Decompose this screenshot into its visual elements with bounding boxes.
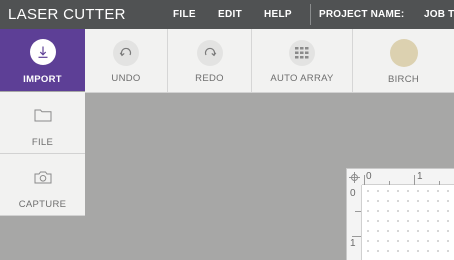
ruler-tick	[439, 181, 440, 185]
file-label: FILE	[31, 137, 54, 148]
capture-label: CAPTURE	[18, 199, 67, 210]
import-icon	[29, 39, 56, 65]
camera-icon	[30, 164, 56, 190]
menu-divider	[310, 4, 311, 25]
folder-icon	[30, 102, 56, 128]
ruler-tick	[389, 181, 390, 185]
toolbar: UNDO REDO AUTO ARRAY BIRCH	[85, 29, 454, 93]
auto-array-label: AUTO ARRAY	[270, 73, 334, 84]
ruler-origin-crosshair-icon[interactable]	[347, 169, 362, 185]
undo-label: UNDO	[111, 73, 141, 84]
auto-array-button[interactable]: AUTO ARRAY	[252, 29, 353, 92]
undo-button[interactable]: UNDO	[85, 29, 168, 92]
ruler-left-label-1: 1	[350, 238, 356, 249]
capture-button[interactable]: CAPTURE	[0, 154, 85, 216]
import-button[interactable]: IMPORT	[0, 29, 85, 91]
canvas-grid	[363, 186, 454, 260]
cut-canvas[interactable]: 0 1 0 1	[346, 168, 454, 260]
material-button[interactable]: BIRCH	[353, 29, 454, 92]
grid-array-icon	[289, 40, 315, 66]
menu-help[interactable]: HELP	[264, 9, 292, 20]
ruler-horizontal: 0 1	[347, 169, 454, 185]
redo-button[interactable]: REDO	[168, 29, 252, 92]
material-swatch	[389, 39, 418, 67]
ruler-top-label-0: 0	[366, 171, 372, 182]
app-title: LASER CUTTER	[8, 6, 126, 23]
ruler-tick	[352, 236, 361, 237]
project-name-label: PROJECT NAME:	[319, 9, 405, 20]
redo-label: REDO	[195, 73, 224, 84]
menu-edit[interactable]: EDIT	[218, 9, 242, 20]
ruler-tick	[355, 211, 361, 212]
material-label: BIRCH	[387, 74, 420, 85]
ruler-tick	[414, 175, 415, 185]
ruler-left-label-0: 0	[350, 188, 356, 199]
ruler-top-label-1: 1	[417, 171, 423, 182]
ruler-tick	[364, 175, 365, 185]
menu-file[interactable]: FILE	[173, 9, 196, 20]
import-label: IMPORT	[23, 74, 62, 85]
undo-icon	[113, 40, 139, 66]
project-name-value[interactable]: JOB T	[424, 9, 454, 20]
redo-icon	[196, 40, 223, 66]
file-button[interactable]: FILE	[0, 92, 85, 154]
title-bar: LASER CUTTER FILE EDIT HELP PROJECT NAME…	[0, 0, 454, 29]
